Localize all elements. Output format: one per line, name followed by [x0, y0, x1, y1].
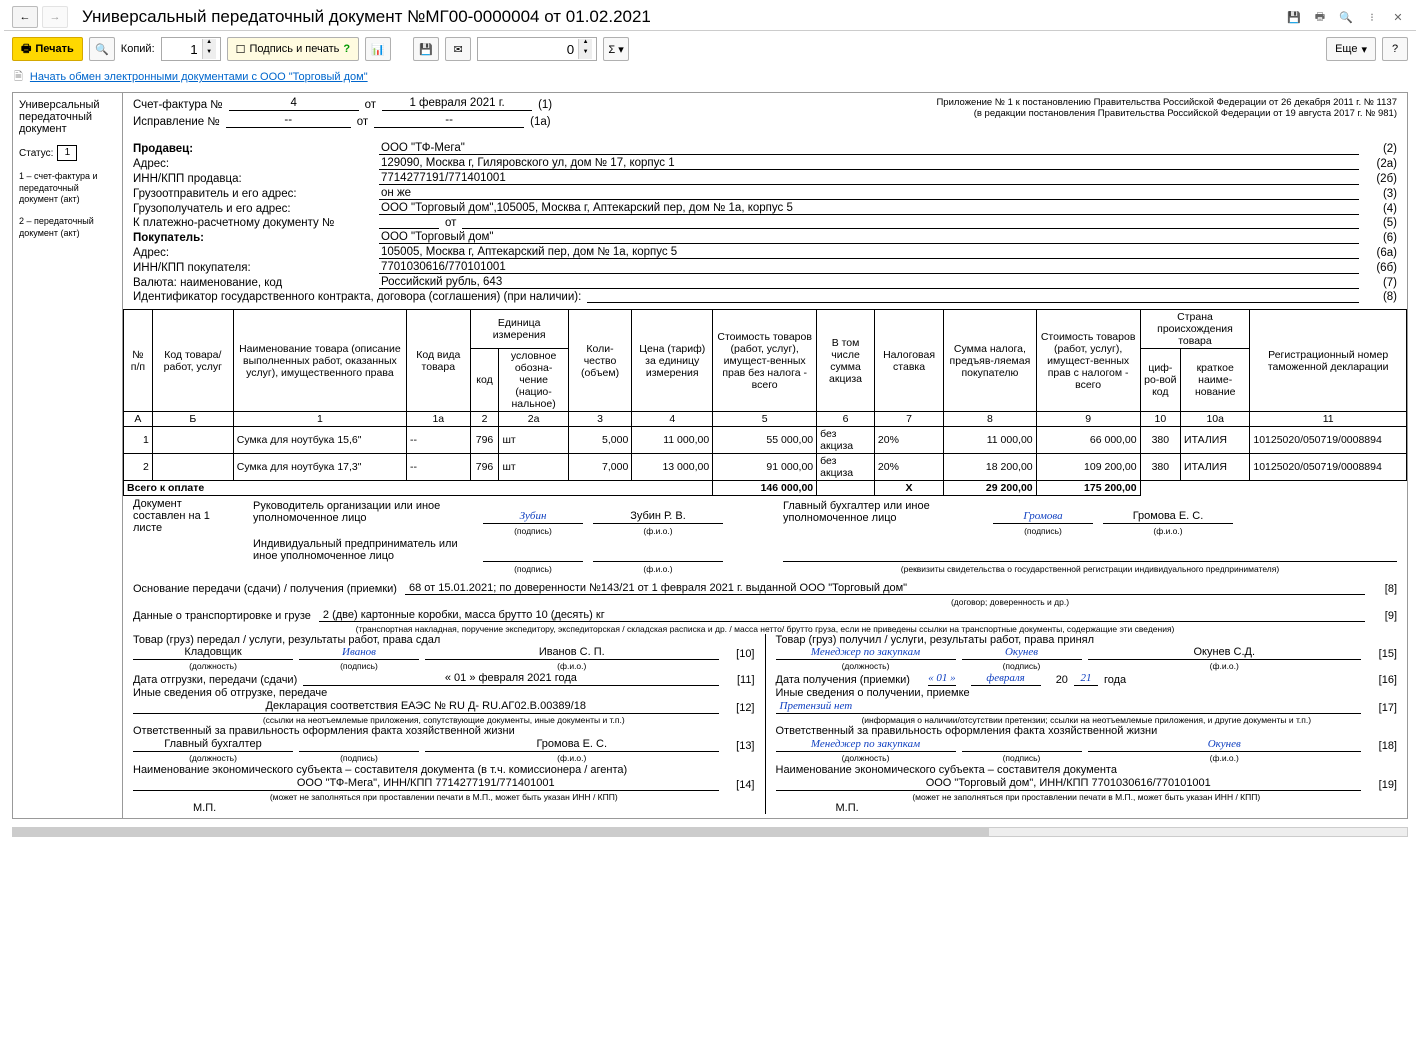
- legend-2: 2 – передаточный документ (акт): [19, 216, 116, 239]
- invoice-no: 4: [229, 97, 359, 111]
- sign-checkbox-button[interactable]: ☐ Подпись и печать ?: [227, 37, 359, 61]
- invoice-date: 1 февраля 2021 г.: [382, 97, 532, 111]
- print-icon[interactable]: 🖶: [1310, 7, 1330, 27]
- attach-icon[interactable]: ⁝: [1362, 7, 1382, 27]
- correction-no: --: [226, 114, 351, 128]
- copies-input[interactable]: [162, 39, 202, 59]
- number-input[interactable]: [478, 39, 578, 59]
- email-icon[interactable]: ✉: [445, 37, 471, 61]
- status-label: Статус:: [19, 148, 53, 159]
- sheet-count: Документ составлен на 1 листе: [123, 496, 243, 580]
- printer-icon: 🖶: [21, 40, 31, 59]
- table-row: 1Сумка для ноутбука 15,6"--796шт5,00011 …: [124, 427, 1407, 454]
- number-spinner[interactable]: ▲▼: [477, 37, 597, 61]
- nav-back-button[interactable]: ←: [12, 6, 38, 28]
- horizontal-scrollbar[interactable]: [12, 827, 1408, 837]
- legend-1: 1 – счет-фактура и передаточный документ…: [19, 171, 116, 206]
- status-value: 1: [57, 145, 77, 161]
- zoom-button[interactable]: 🔍: [89, 37, 115, 61]
- more-button[interactable]: Еще ▾: [1326, 37, 1376, 61]
- disk-icon[interactable]: 💾: [413, 37, 439, 61]
- nav-forward-button[interactable]: →: [42, 6, 68, 28]
- correction-label: Исправление №: [133, 116, 220, 128]
- invoice-label: Счет-фактура №: [133, 99, 223, 111]
- window-title: Универсальный передаточный документ №МГ0…: [82, 7, 1280, 27]
- close-icon[interactable]: ✕: [1388, 7, 1408, 27]
- document-icon: 🗎: [14, 71, 23, 83]
- copies-label: Копий:: [121, 43, 155, 55]
- help-button[interactable]: ?: [1382, 37, 1408, 61]
- table-icon[interactable]: 📊: [365, 37, 391, 61]
- table-row: 2Сумка для ноутбука 17,3"--796шт7,00013 …: [124, 454, 1407, 481]
- sidebar-title: Универсальный передаточный документ: [19, 99, 116, 135]
- print-button[interactable]: 🖶Печать: [12, 37, 83, 61]
- sigma-button[interactable]: Σ ▾: [603, 37, 629, 61]
- appendix-note: Приложение № 1 к постановлению Правитель…: [936, 97, 1397, 120]
- copies-spinner[interactable]: ▲▼: [161, 37, 221, 61]
- items-table: № п/п Код товара/ работ, услуг Наименова…: [123, 309, 1407, 496]
- preview-icon[interactable]: 🔍: [1336, 7, 1356, 27]
- correction-date: --: [374, 114, 524, 128]
- save-icon[interactable]: 💾: [1284, 7, 1304, 27]
- sidebar: Универсальный передаточный документ Стат…: [13, 93, 123, 818]
- edi-link[interactable]: Начать обмен электронными документами с …: [30, 71, 368, 83]
